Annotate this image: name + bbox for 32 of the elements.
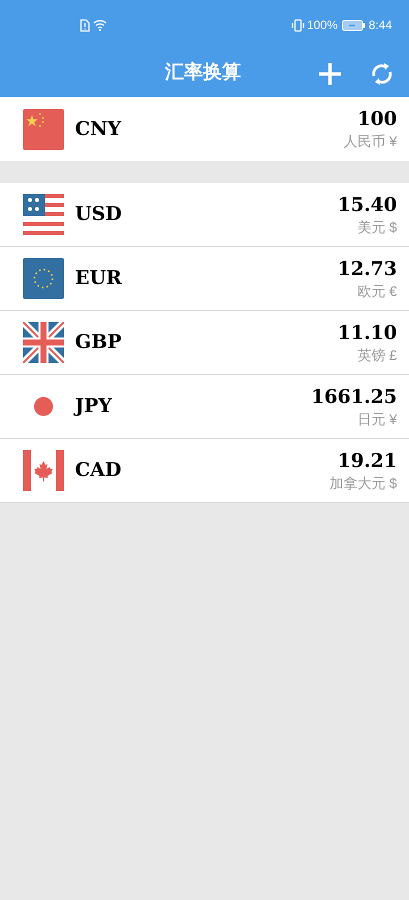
amount: 19.21 (338, 448, 397, 472)
currency-name: 日元 ¥ (357, 410, 397, 428)
clock-time: 8:44 (368, 17, 392, 34)
amount: 100 (357, 107, 397, 131)
amount: 12.73 (338, 256, 397, 280)
vibrate-icon (290, 18, 305, 32)
flag-icon (23, 450, 64, 491)
currency-name: 加拿大元 $ (329, 474, 397, 492)
amount: 15.40 (338, 192, 397, 216)
currency-code: CAD (75, 458, 122, 484)
refresh-icon[interactable] (370, 60, 394, 86)
currency-code: JPY (75, 394, 113, 420)
flag-icon (23, 108, 64, 150)
currency-name: 美元 $ (357, 218, 397, 236)
flag-icon (23, 194, 64, 235)
sim-alert-icon (80, 18, 90, 32)
currency-name: 欧元 € (357, 282, 397, 300)
flag-icon (23, 258, 64, 299)
battery-percent: 100% (306, 17, 338, 34)
currency-name: 人民币 ¥ (343, 132, 397, 151)
amount: 1661.25 (311, 384, 397, 408)
currency-code: CNY (75, 116, 122, 142)
currency-code: EUR (75, 266, 123, 292)
app-title: 汇率换算 (165, 60, 241, 86)
wifi-icon (93, 19, 107, 31)
currency-code: USD (75, 202, 123, 228)
flag-icon (23, 322, 64, 363)
amount: 11.10 (338, 320, 397, 344)
battery-charging-icon (342, 20, 366, 30)
add-icon[interactable] (317, 60, 343, 86)
currency-name: 英镑 £ (357, 346, 397, 364)
currency-code: GBP (75, 330, 123, 356)
